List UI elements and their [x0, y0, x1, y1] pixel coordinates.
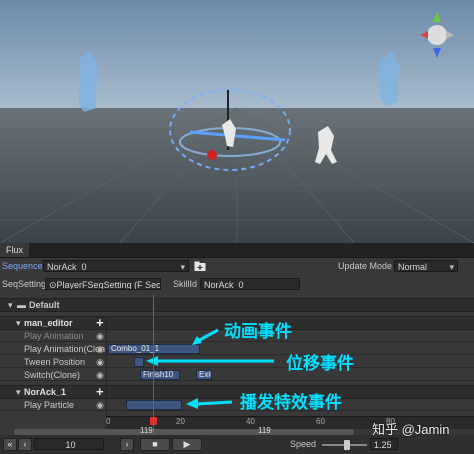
sequence-dropdown[interactable]: NorAck_0	[43, 260, 189, 272]
track-label: Switch(Clone)	[24, 370, 81, 380]
group-label: NorAck_1	[24, 387, 67, 397]
first-frame-button[interactable]: «	[3, 438, 17, 451]
annotation-arrow	[146, 356, 274, 366]
sequence-row: Sequence NorAck_0 Update Mode Normal	[0, 259, 474, 274]
collapse-arrow-icon[interactable]: ▾	[16, 317, 21, 329]
scene-view[interactable]	[0, 0, 474, 243]
skillid-label: SkillId	[173, 279, 198, 289]
root-label: Default	[29, 300, 60, 310]
annotation-animation-event: 动画事件	[224, 322, 292, 341]
end-frame: 119	[258, 426, 271, 435]
ruler-tick: 40	[246, 417, 255, 426]
play-button[interactable]: ▶	[172, 438, 202, 451]
update-mode-dropdown[interactable]: Normal	[394, 260, 458, 272]
timeline-root-header[interactable]: ▾ ▬ Default	[0, 298, 474, 312]
annotation-particle-event: 播发特效事件	[240, 393, 342, 412]
track-row[interactable]: Play Animation(Clon ◉ Combo_01_1	[0, 343, 474, 355]
speed-slider-thumb[interactable]	[343, 440, 350, 450]
add-folder-icon[interactable]	[194, 261, 206, 272]
track-label: Play Animation(Clon	[24, 344, 106, 354]
add-track-icon[interactable]: +	[96, 316, 104, 329]
add-track-icon[interactable]: +	[96, 385, 104, 398]
skillid-field[interactable]: NorAck_0	[200, 278, 300, 290]
ruler-tick: 60	[316, 417, 325, 426]
seqsetting-value: PlayerFSeqSetting (F Sec	[56, 280, 161, 290]
tab-bar: Flux	[0, 243, 474, 258]
ruler-tick: 20	[176, 417, 185, 426]
speed-label: Speed	[290, 439, 317, 449]
sequence-label: Sequence	[2, 261, 43, 271]
eye-icon[interactable]: ◉	[95, 400, 105, 410]
event-block[interactable]: Finish10	[140, 370, 180, 380]
tab-flux[interactable]: Flux	[0, 243, 30, 257]
eye-icon[interactable]: ◉	[95, 331, 105, 341]
next-frame-button[interactable]: ›	[120, 438, 134, 451]
playhead-line[interactable]	[153, 295, 154, 435]
event-block[interactable]: Combo_01_1	[108, 344, 200, 354]
track-divider	[106, 316, 107, 416]
collapse-arrow-icon[interactable]: ▾	[16, 386, 21, 398]
track-label: Play Animation	[24, 331, 84, 341]
annotation-arrow	[186, 398, 233, 409]
event-block[interactable]	[134, 357, 144, 367]
ruler-tick: 0	[106, 417, 111, 426]
previous-frame-button[interactable]: ‹	[18, 438, 32, 451]
track-row[interactable]: Switch(Clone) ◉ Finish10 Exit	[0, 369, 474, 381]
annotation-position-event: 位移事件	[286, 354, 354, 373]
asset-icon: ⊙	[49, 280, 57, 290]
track-row[interactable]: Play Particle ◉	[0, 399, 474, 411]
scene-render	[0, 0, 474, 243]
event-block[interactable]	[126, 400, 182, 410]
eye-icon[interactable]: ◉	[95, 370, 105, 380]
annotation-arrow	[192, 328, 219, 345]
event-block[interactable]: Exit	[196, 370, 212, 380]
track-label: Play Particle	[24, 400, 75, 410]
flux-panel: Flux Sequence NorAck_0 Update Mode Norma…	[0, 243, 474, 454]
eye-icon[interactable]: ◉	[95, 344, 105, 354]
watermark: 知乎 @Jamin	[372, 422, 450, 437]
eye-icon[interactable]: ◉	[95, 357, 105, 367]
frame-input[interactable]: 10	[34, 438, 104, 450]
playhead-marker[interactable]	[150, 417, 157, 425]
folder-icon: ▬	[17, 300, 26, 310]
seqsetting-field[interactable]: ⊙PlayerFSeqSetting (F Sec	[45, 278, 161, 290]
seqsetting-row: SeqSetting ⊙PlayerFSeqSetting (F Sec Ski…	[0, 277, 474, 292]
group-header[interactable]: ▾ NorAck_1 +	[0, 385, 474, 399]
seqsetting-label: SeqSetting	[2, 279, 47, 289]
collapse-arrow-icon[interactable]: ▾	[8, 299, 13, 311]
stop-button[interactable]: ■	[140, 438, 170, 451]
track-label: Tween Position	[24, 357, 86, 367]
speed-value[interactable]: 1.25	[370, 438, 398, 450]
playhead-frame: 119	[140, 426, 153, 435]
group-label: man_editor	[24, 318, 73, 328]
update-mode-label: Update Mode	[338, 261, 393, 271]
